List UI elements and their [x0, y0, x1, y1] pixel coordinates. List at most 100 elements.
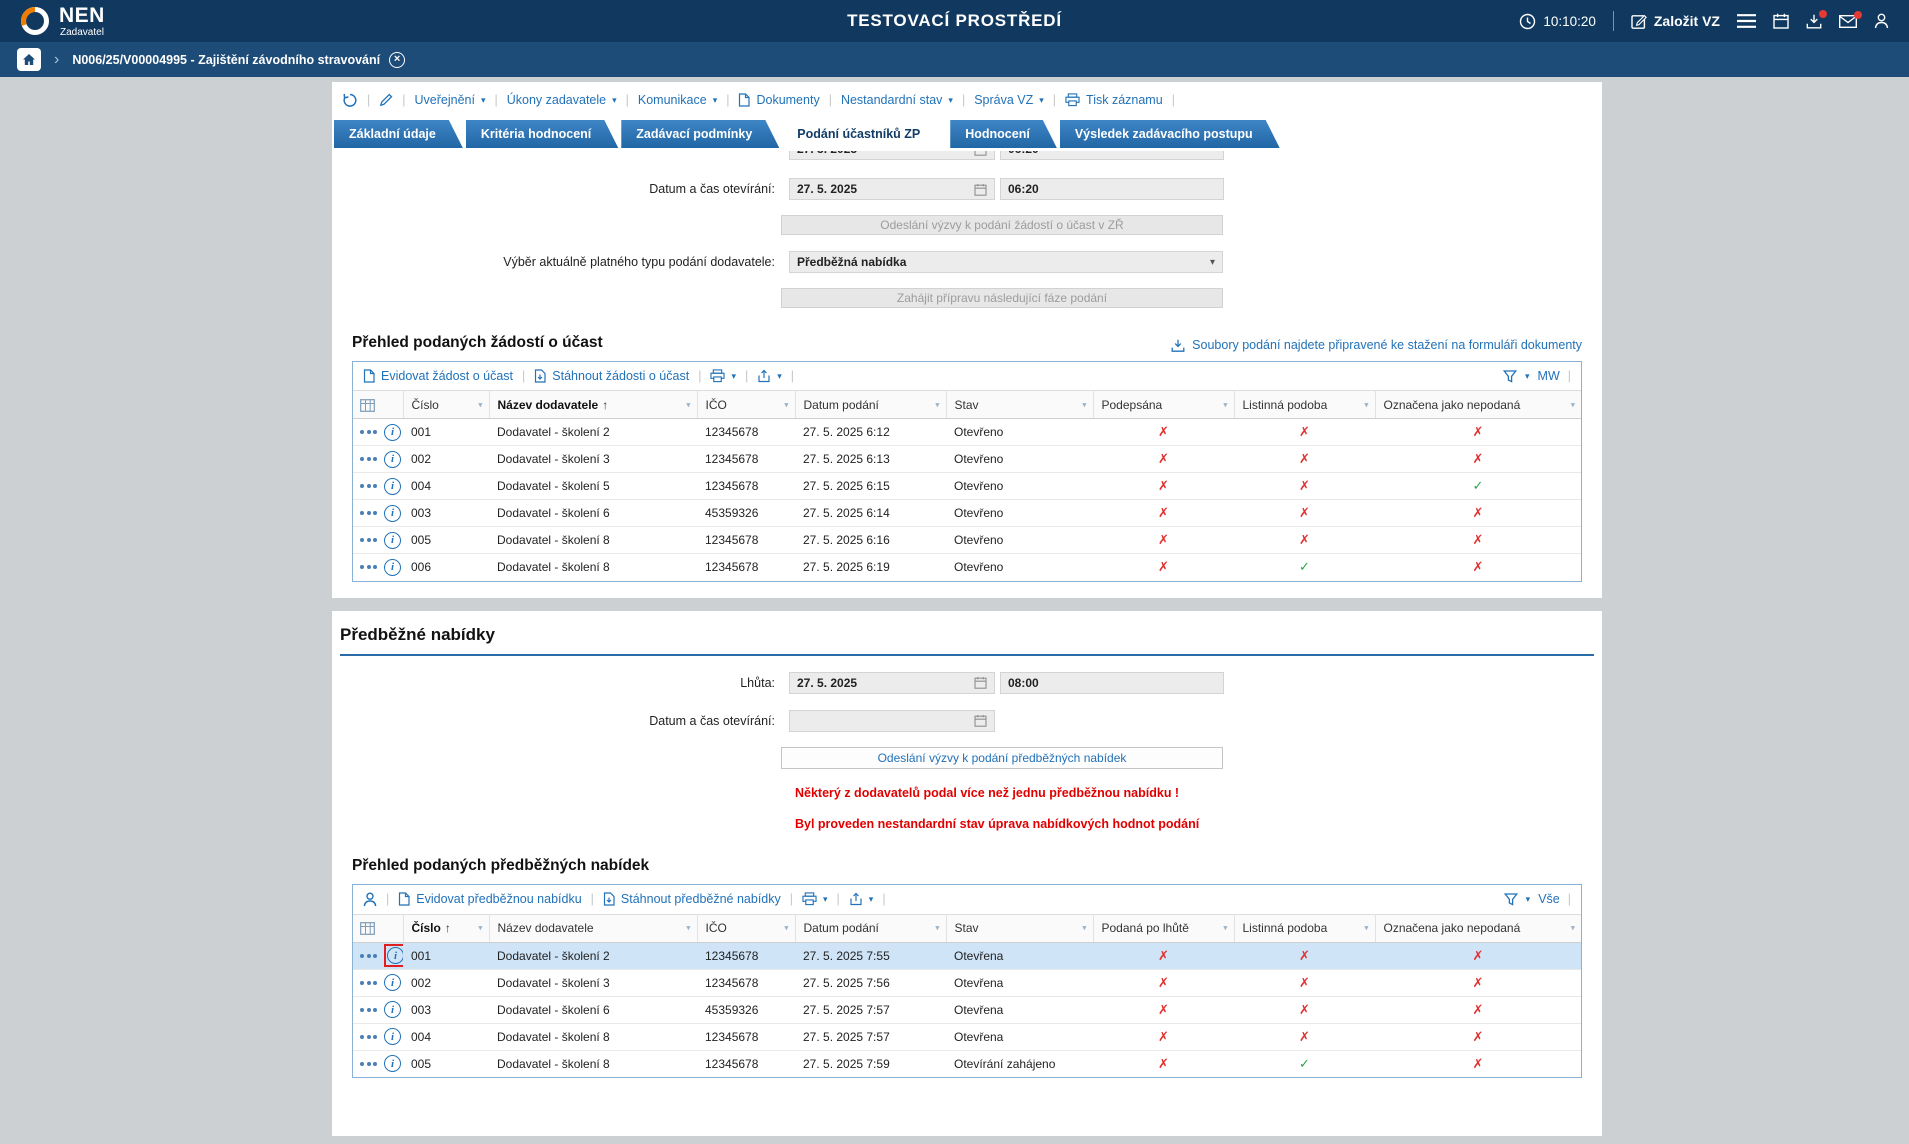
toolbar-item-2[interactable]: Komunikace ▾: [638, 93, 717, 107]
column-filter-icon[interactable]: ▾: [784, 923, 788, 934]
column-header[interactable]: Datum podání ▾: [795, 913, 947, 943]
row-info-button[interactable]: i: [384, 558, 401, 576]
messages-button[interactable]: [1839, 10, 1862, 28]
deadline-time-field[interactable]: 08:00: [1000, 671, 1224, 694]
print-table-button[interactable]: ▾: [802, 892, 828, 906]
row-info-button[interactable]: i: [384, 1055, 401, 1073]
row-menu-button[interactable]: [360, 1061, 377, 1066]
edit-button[interactable]: [379, 93, 393, 107]
export-table-button[interactable]: ▾: [757, 369, 782, 383]
table-row[interactable]: i 002 Dodavatel - školení 3 12345678 27. 5. …: [353, 445, 1581, 473]
column-header[interactable]: Název dodavatele ▾: [489, 913, 698, 943]
table-row[interactable]: i 006 Dodavatel - školení 8 12345678 27. 5. …: [353, 554, 1581, 581]
column-filter-icon[interactable]: ▾: [1082, 923, 1086, 934]
toolbar-item-0[interactable]: Uveřejnění ▾: [415, 93, 486, 107]
table-row[interactable]: i 001 Dodavatel - školení 2 12345678 27. 5. …: [353, 942, 1581, 970]
tab-5[interactable]: Výsledek zadávacího postupu: [1060, 120, 1280, 148]
view-dropdown-icon[interactable]: ▾: [1525, 371, 1530, 381]
contact-person-button[interactable]: [363, 891, 377, 907]
row-info-button[interactable]: i: [384, 974, 401, 991]
table-row[interactable]: i 001 Dodavatel - školení 2 12345678 27. 5. …: [353, 418, 1581, 446]
column-header[interactable]: IČO ▾: [697, 913, 796, 943]
column-header[interactable]: Podepsána ▾: [1093, 390, 1235, 419]
column-header[interactable]: Stav ▾: [946, 913, 1094, 943]
column-filter-icon[interactable]: ▾: [1223, 399, 1227, 410]
row-menu-button[interactable]: [360, 980, 377, 985]
row-menu-button[interactable]: [360, 457, 377, 461]
table-row[interactable]: i 005 Dodavatel - školení 8 12345678 27. 5. …: [353, 526, 1581, 554]
column-filter-icon[interactable]: ▾: [478, 399, 482, 410]
column-filter-icon[interactable]: ▾: [1571, 399, 1575, 410]
breadcrumb-item[interactable]: N006/25/V00004995 - Zajištění závodního …: [72, 51, 406, 68]
table-row[interactable]: i 004 Dodavatel - školení 5 12345678 27. 5. …: [353, 472, 1581, 500]
record-offer-button[interactable]: Evidovat předběžnou nabídku: [398, 892, 582, 906]
opening-date-field[interactable]: [789, 709, 995, 732]
column-chooser[interactable]: [353, 913, 404, 943]
column-filter-icon[interactable]: ▾: [686, 399, 690, 410]
print-table-button[interactable]: ▾: [710, 369, 736, 383]
column-header[interactable]: Datum podání ▾: [795, 390, 947, 419]
column-header[interactable]: IČO ▾: [697, 390, 796, 419]
submission-type-select[interactable]: Předběžná nabídka ▾: [789, 251, 1223, 273]
filter-button[interactable]: [1503, 892, 1518, 906]
table-row[interactable]: i 003 Dodavatel - školení 6 45359326 27. 5. …: [353, 499, 1581, 527]
view-selector[interactable]: Vše: [1538, 892, 1560, 906]
toolbar-item-6[interactable]: Tisk záznamu: [1065, 93, 1163, 107]
tab-4[interactable]: Hodnocení: [950, 120, 1057, 148]
row-menu-button[interactable]: [360, 953, 377, 958]
table-row[interactable]: i 005 Dodavatel - školení 8 12345678 27. 5. …: [353, 1050, 1581, 1077]
filter-button[interactable]: [1503, 369, 1517, 383]
nen-logo[interactable]: NEN Zadavatel: [20, 5, 105, 38]
calendar-button[interactable]: [1773, 13, 1789, 29]
row-menu-button[interactable]: [360, 511, 377, 515]
table-row[interactable]: i 003 Dodavatel - školení 6 45359326 27. 5. …: [353, 996, 1581, 1024]
column-header[interactable]: Název dodavatele ↑ ▾: [489, 390, 698, 419]
download-requests-button[interactable]: Stáhnout žádosti o účast: [534, 369, 689, 383]
row-menu-button[interactable]: [360, 1007, 377, 1012]
cropped-time-field[interactable]: 06:20: [1000, 151, 1224, 160]
tab-2[interactable]: Zadávací podmínky: [621, 120, 779, 148]
column-filter-icon[interactable]: ▾: [1364, 923, 1368, 934]
column-filter-icon[interactable]: ▾: [1223, 923, 1227, 934]
tab-1[interactable]: Kritéria hodnocení: [466, 120, 618, 148]
row-menu-button[interactable]: [360, 538, 377, 542]
row-menu-button[interactable]: [360, 1034, 377, 1039]
column-header[interactable]: Číslo ▾: [403, 390, 490, 419]
column-header[interactable]: Listinná podoba ▾: [1234, 913, 1376, 943]
row-info-button[interactable]: i: [384, 450, 401, 468]
column-filter-icon[interactable]: ▾: [686, 923, 690, 934]
row-info-button[interactable]: i: [387, 947, 403, 964]
create-vz-button[interactable]: Založit VZ: [1631, 13, 1720, 29]
opening-date-field[interactable]: 27. 5. 2025: [789, 178, 995, 200]
toolbar-item-4[interactable]: Nestandardní stav ▾: [841, 93, 953, 107]
row-info-button[interactable]: i: [384, 1001, 401, 1018]
deadline-date-field[interactable]: 27. 5. 2025: [789, 671, 995, 694]
column-header[interactable]: Listinná podoba ▾: [1234, 390, 1376, 419]
profile-button[interactable]: [1874, 13, 1889, 29]
column-header[interactable]: Označena jako nepodaná ▾: [1375, 390, 1581, 419]
column-filter-icon[interactable]: ▾: [478, 923, 482, 934]
tab-3[interactable]: Podání účastníků ZP: [782, 120, 947, 148]
column-header[interactable]: Stav ▾: [946, 390, 1094, 419]
column-filter-icon[interactable]: ▾: [1364, 399, 1368, 410]
toolbar-item-1[interactable]: Úkony zadavatele ▾: [507, 93, 617, 107]
row-info-button[interactable]: i: [384, 1028, 401, 1045]
toolbar-item-5[interactable]: Správa VZ ▾: [974, 93, 1044, 107]
column-header[interactable]: Podaná po lhůtě ▾: [1093, 913, 1235, 943]
column-filter-icon[interactable]: ▾: [784, 399, 788, 410]
record-request-button[interactable]: Evidovat žádost o účast: [363, 369, 513, 383]
row-menu-button[interactable]: [360, 484, 377, 488]
history-button[interactable]: [342, 92, 358, 108]
row-info-button[interactable]: i: [384, 477, 401, 495]
row-menu-button[interactable]: [360, 565, 377, 570]
submission-files-link[interactable]: Soubory podání najdete připravené ke sta…: [1171, 338, 1582, 352]
row-info-button[interactable]: i: [384, 423, 401, 441]
column-chooser[interactable]: [353, 390, 404, 419]
send-offers-invite-button[interactable]: Odeslání výzvy k podání předběžných nabí…: [781, 746, 1223, 769]
view-dropdown-icon[interactable]: ▾: [1526, 894, 1531, 904]
opening-time-field[interactable]: 06:20: [1000, 178, 1224, 200]
column-filter-icon[interactable]: ▾: [1082, 399, 1086, 410]
export-table-button[interactable]: ▾: [849, 892, 873, 906]
table-row[interactable]: i 004 Dodavatel - školení 8 12345678 27. 5. …: [353, 1023, 1581, 1051]
downloads-button[interactable]: [1806, 9, 1827, 29]
